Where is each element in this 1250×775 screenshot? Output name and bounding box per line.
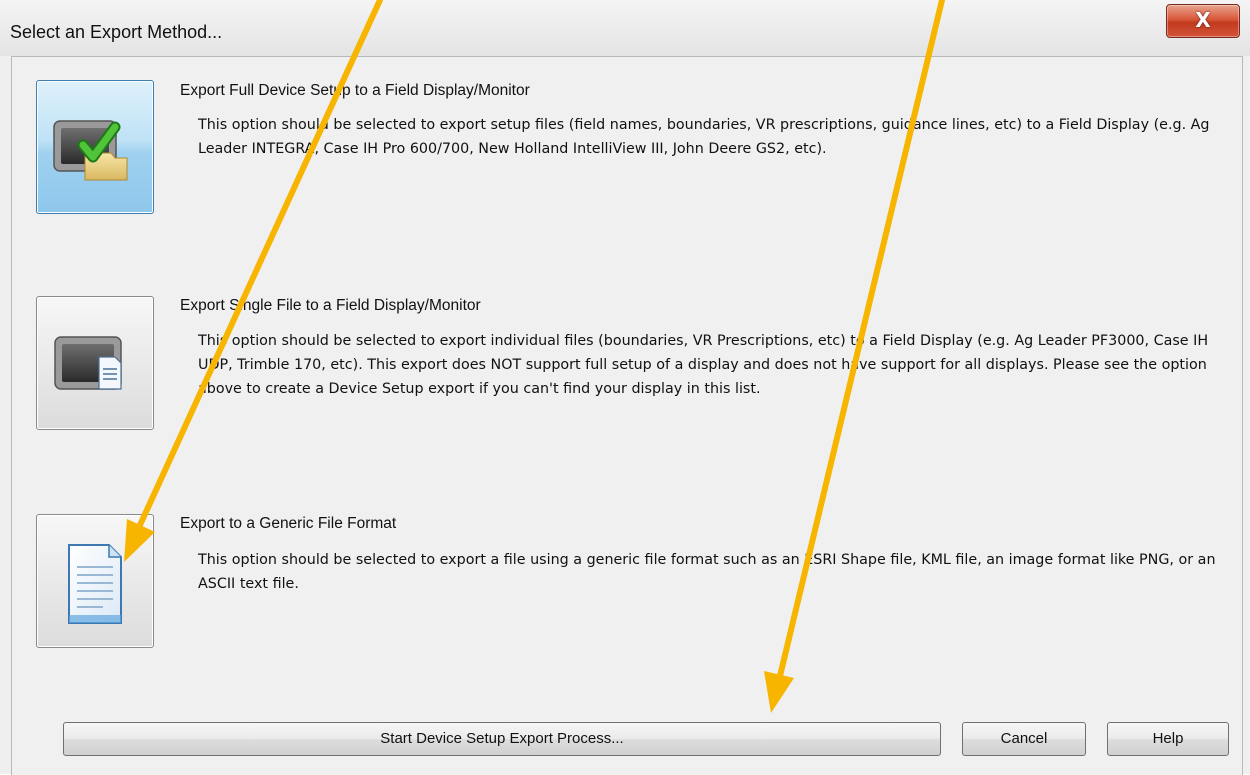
option-single-file-description: This option should be selected to export… <box>198 333 1209 397</box>
option-single-file-title: Export Single File to a Field Display/Mo… <box>180 297 481 314</box>
close-button[interactable]: X <box>1166 4 1240 38</box>
export-method-dialog: Select an Export Method... X Export Full… <box>0 0 1250 775</box>
close-icon: X <box>1195 8 1211 32</box>
document-icon <box>68 544 122 624</box>
window-title: Select an Export Method... <box>10 22 223 42</box>
option-full-device-setup-description: This option should be selected to export… <box>198 117 1210 157</box>
monitor-checkmark-icon <box>53 120 128 181</box>
cancel-button[interactable]: Cancel <box>962 722 1086 756</box>
option-full-device-setup-button[interactable] <box>36 80 154 214</box>
option-full-device-setup-title: Export Full Device Setup to a Field Disp… <box>180 82 530 99</box>
start-export-button[interactable]: Start Device Setup Export Process... <box>63 722 941 756</box>
option-single-file-button[interactable] <box>36 296 154 430</box>
option-generic-file-description: This option should be selected to export… <box>198 552 1216 592</box>
option-generic-file-title: Export to a Generic File Format <box>180 515 397 532</box>
help-button[interactable]: Help <box>1107 722 1229 756</box>
title-bar[interactable]: Select an Export Method... X <box>0 0 1250 56</box>
monitor-file-icon <box>54 336 122 390</box>
dialog-content <box>11 56 1243 775</box>
option-generic-file-button[interactable] <box>36 514 154 648</box>
